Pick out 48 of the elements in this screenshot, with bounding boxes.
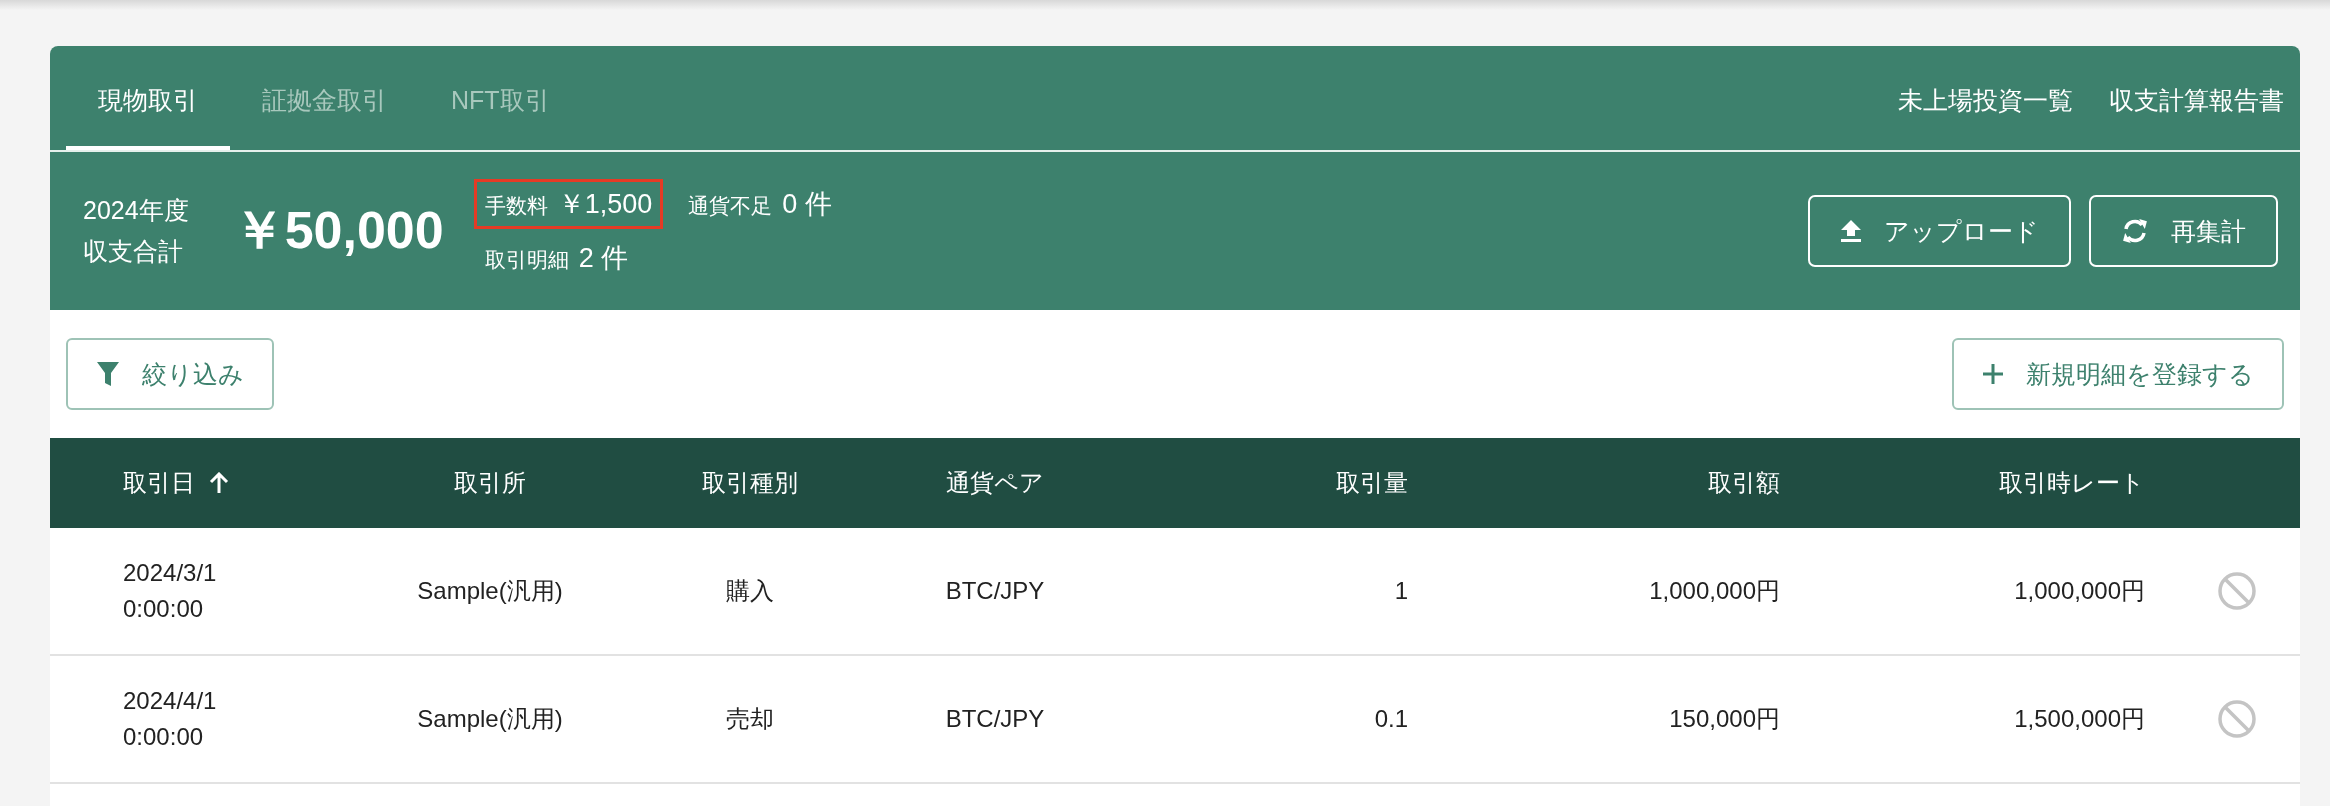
upload-icon xyxy=(1840,219,1862,243)
stat-value: 0 件 xyxy=(782,188,832,221)
tab[interactable]: 証拠金取引 xyxy=(230,46,419,150)
table-cell-text: 1,000,000円 xyxy=(2014,576,2145,606)
total-label: 収支合計 xyxy=(83,236,184,267)
table-cell-text: 購入 xyxy=(726,576,774,606)
total-amount: ￥50,000 xyxy=(232,200,444,261)
column-header[interactable]: 取引所 xyxy=(454,467,526,499)
disable-button[interactable] xyxy=(2216,699,2257,739)
add-button[interactable]: 新規明細を登録する xyxy=(1952,338,2284,410)
filter-button[interactable]: 絞り込み xyxy=(66,338,274,410)
nav-link[interactable]: 収支計算報告書 xyxy=(2109,46,2284,150)
table-cell-text: Sample(汎用) xyxy=(417,576,563,606)
table-cell-text: 2024/4/1 0:00:00 xyxy=(123,686,218,752)
table-cell-text: Sample(汎用) xyxy=(417,704,563,734)
table-cell-text: 0.1 xyxy=(1374,704,1408,734)
ban-icon xyxy=(2216,571,2257,611)
arrow-up-icon[interactable] xyxy=(209,472,229,494)
stat-value: 2 件 xyxy=(578,242,629,275)
refresh-button[interactable]: 再集計 xyxy=(2089,195,2278,267)
tab[interactable]: 現物取引 xyxy=(66,46,230,150)
column-header[interactable]: 取引額 xyxy=(1708,467,1780,499)
table-cell-text: 150,000円 xyxy=(1669,704,1780,734)
column-header[interactable]: 通貨ペア xyxy=(946,467,1044,499)
column-header[interactable]: 取引日 xyxy=(123,467,195,499)
ban-icon xyxy=(2216,699,2257,739)
nav-link[interactable]: 未上場投資一覧 xyxy=(1898,46,2073,150)
column-header[interactable]: 取引時レート xyxy=(1999,467,2145,499)
stat-label: 手数料 xyxy=(484,193,548,219)
plus-icon xyxy=(1982,363,2004,385)
disable-button[interactable] xyxy=(2216,571,2257,611)
table-cell-text: 1,000,000円 xyxy=(1649,576,1780,606)
table-cell-text: BTC/JPY xyxy=(945,704,1045,734)
refresh-icon xyxy=(2121,218,2149,244)
stat-label: 取引明細 xyxy=(484,247,569,273)
tab[interactable]: NFT取引 xyxy=(419,46,582,150)
table-cell-text: 売却 xyxy=(726,704,774,734)
stat-value: ￥1,500 xyxy=(557,188,653,221)
period-label: 2024年度 xyxy=(83,195,189,226)
table-cell-text: 1 xyxy=(1394,576,1408,606)
table-cell-text: 2024/3/1 0:00:00 xyxy=(123,558,218,624)
table-cell-text: BTC/JPY xyxy=(945,576,1045,606)
column-header[interactable]: 取引量 xyxy=(1336,467,1408,499)
filter-icon xyxy=(96,361,120,387)
table-cell-text: 1,500,000円 xyxy=(2014,704,2145,734)
column-header[interactable]: 取引種別 xyxy=(702,467,798,499)
stat-label: 通貨不足 xyxy=(688,193,773,219)
upload-button[interactable]: アップロード xyxy=(1808,195,2071,267)
